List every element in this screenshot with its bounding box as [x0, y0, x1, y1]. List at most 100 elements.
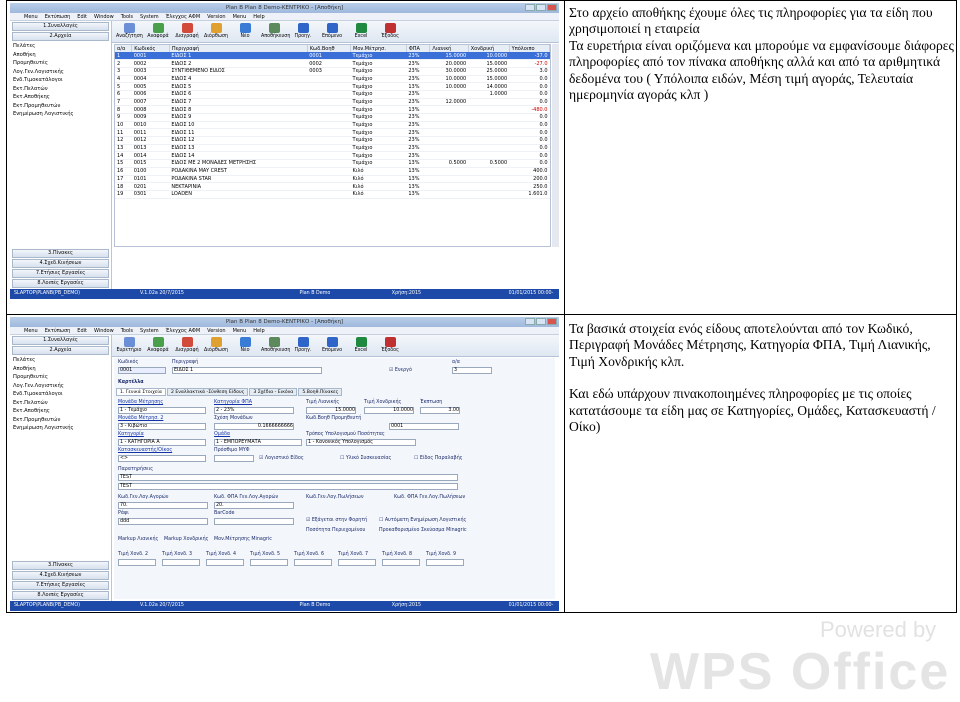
export-checkbox[interactable]: ☑ Εξάγεται στην Φορητή	[306, 518, 367, 523]
sidebar-item[interactable]: Πελάτες	[10, 42, 111, 51]
wholesale-input[interactable]: 10.0000	[364, 407, 414, 414]
table-row[interactable]: 10 0010 ΕΙΔΟΣ 10 Τεμάχιο 23% 0.0	[115, 121, 550, 130]
menu-item[interactable]: Tools	[121, 327, 133, 334]
toolbar-button[interactable]: Διόρθωση	[203, 21, 229, 42]
category-select[interactable]: 1 - ΚΑΤΗΓΟΡΙΑ Α	[118, 439, 206, 446]
table-row[interactable]: 16 0100 ΡΟΔΑΚΙΝΑ MAY CREST Κιλό 13% 400.0	[115, 167, 550, 176]
menu-item[interactable]: Version	[207, 13, 225, 20]
table-row[interactable]: 6 0006 ΕΙΔΟΣ 6 Τεμάχιο 23% 1.0000 0.0	[115, 90, 550, 99]
sidebar-button-transactions[interactable]: 1.Συναλλαγές	[12, 22, 109, 31]
shelf-input[interactable]: ddd	[118, 518, 208, 525]
accounting-item-checkbox[interactable]: ☑ Λογιστικό Είδος	[259, 456, 304, 461]
toolbar-button[interactable]: Αναζήτηση	[116, 21, 143, 42]
price-input[interactable]	[250, 559, 288, 566]
minimize-icon[interactable]	[525, 4, 535, 11]
vertical-scrollbar[interactable]	[552, 44, 559, 247]
sidebar-item[interactable]: Προμηθευτές	[10, 59, 111, 68]
menu-item[interactable]: Εκτύπωση	[45, 13, 71, 20]
toolbar-button[interactable]: Excel	[348, 335, 374, 356]
sidebar-button-files[interactable]: 2.Αρχεία	[12, 346, 109, 355]
sidebar-item[interactable]: Εκτ.Πελατών	[10, 399, 111, 408]
sidebar-item[interactable]: Αποθήκη	[10, 51, 111, 60]
sidebar-button[interactable]: 3.Πίνακες	[12, 249, 109, 258]
toolbar-button[interactable]: Έξοδος	[377, 21, 403, 42]
menu-item[interactable]: Menu	[233, 13, 247, 20]
column-header[interactable]: Κωδικός	[131, 45, 170, 52]
acc-buy-input[interactable]: 70.	[118, 502, 208, 509]
packaging-checkbox[interactable]: ☐ Υλικό Συσκευασίας	[340, 456, 391, 461]
toolbar-button[interactable]: Νέο	[232, 21, 258, 42]
table-row[interactable]: 17 0101 ΡΟΔΑΚΙΝΑ STAR Κιλό 13% 200.0	[115, 175, 550, 184]
menu-item[interactable]: System	[140, 327, 159, 334]
relation-input[interactable]: 0.1666666666	[214, 423, 294, 430]
notes-input-2[interactable]: TEST	[118, 483, 458, 490]
menu-item[interactable]: Tools	[121, 13, 133, 20]
myf-input[interactable]	[214, 455, 254, 462]
aa-input[interactable]: 3	[452, 367, 492, 374]
toolbar-button[interactable]: Excel	[348, 21, 374, 42]
toolbar-button[interactable]: Διαγραφή	[174, 21, 200, 42]
auto-acc-checkbox[interactable]: ☐ Αυτόματη Ενημέρωση Λογιστικής	[379, 518, 466, 523]
column-header[interactable]: Υπόλοιπο	[509, 45, 551, 52]
toolbar-button[interactable]: Αποθήκευση	[261, 21, 290, 42]
sidebar-button-files[interactable]: 2.Αρχεία	[12, 32, 109, 41]
menu-item[interactable]: Version	[207, 327, 225, 334]
table-row[interactable]: 19 0301 LOADEN Κιλό 13% 1.601.0	[115, 190, 550, 199]
table-row[interactable]: 15 0015 ΕΙΔΟΣ ΜΕ 2 ΜΟΝΑΔΕΣ ΜΕΤΡΗΣΗΣ Τεμάχιο…	[115, 159, 550, 168]
vat-select[interactable]: 2 - 23%	[214, 407, 294, 414]
form-tab[interactable]: 1. Γενικά Στοιχεία	[116, 388, 166, 396]
toolbar-button[interactable]: Έξοδος	[377, 335, 403, 356]
acc-sell-input[interactable]: 20.	[214, 502, 294, 509]
sidebar-item[interactable]: Ενημέρωση Λογιστικής	[10, 424, 111, 433]
price-input[interactable]	[382, 559, 420, 566]
unit-select[interactable]: 1 - Τεμάχιο	[118, 407, 206, 414]
group-select[interactable]: 1 - ΕΜΠΟΡΕΥΜΑΤΑ	[214, 439, 302, 446]
sidebar-button[interactable]: 4.Σχεδ.Κινήσεων	[12, 259, 109, 268]
column-header[interactable]: α/α	[115, 45, 133, 52]
toolbar-button[interactable]: Διόρθωση	[203, 335, 229, 356]
table-row[interactable]: 18 0201 ΝΕΚΤΑΡΙΝΙΑ Κιλό 13% 250.0	[115, 182, 550, 191]
sidebar-item[interactable]: Ενημέρωση Λογιστικής	[10, 110, 111, 119]
sidebar-button[interactable]: 4.Σχεδ.Κινήσεων	[12, 571, 109, 580]
form-tab[interactable]: 2 Εναλλακτικά -Σύνθεση Είδους	[166, 388, 249, 396]
sidebar-button[interactable]: 8.Λοιπές Εργασίες	[12, 279, 109, 288]
toolbar-button[interactable]: Επόμενο	[319, 21, 345, 42]
price-input[interactable]	[426, 559, 464, 566]
menu-item[interactable]: Menu	[24, 13, 38, 20]
toolbar-button[interactable]: Διαγραφή	[174, 335, 200, 356]
menu-item[interactable]: Help	[253, 327, 264, 334]
unit2-select[interactable]: 3 - Κιβώτιο	[118, 423, 206, 430]
sidebar-item[interactable]: Εκτ.Αποθήκης	[10, 93, 111, 102]
calc-method-select[interactable]: 1 - Κανονικός Υπολογισμός	[306, 439, 416, 446]
table-row[interactable]: 14 0014 ΕΙΔΟΣ 14 Τεμάχιο 23% 0.0	[115, 151, 550, 161]
table-row[interactable]: 7 0007 ΕΙΔΟΣ 7 Τεμάχιο 23% 12.0000 0.0	[115, 98, 550, 107]
menu-item[interactable]: System	[140, 13, 159, 20]
description-input[interactable]: ΕΙΔΟΣ 1	[172, 367, 322, 374]
receipt-item-checkbox[interactable]: ☐ Είδος Παραλαβής	[414, 456, 463, 461]
form-tab[interactable]: 5.Βοηθ.Πίνακες	[298, 388, 343, 396]
notes-input-1[interactable]: TEST	[118, 474, 458, 481]
menu-item[interactable]: Edit	[77, 327, 87, 334]
table-row[interactable]: 8 0008 ΕΙΔΟΣ 8 Τεμάχιο 13% -480.0	[115, 105, 550, 114]
table-row[interactable]: 2 0002 ΕΙΔΟΣ 2 0002 Τεμάχιο 23% 20.0000 15.0000…	[115, 59, 550, 68]
price-input[interactable]	[162, 559, 200, 566]
barcode-input[interactable]	[214, 518, 294, 525]
toolbar-button[interactable]: Νέο	[232, 335, 258, 356]
table-row[interactable]: 12 0012 ΕΙΔΟΣ 12 Τεμάχιο 23% 0.0	[115, 136, 550, 145]
table-row[interactable]: 3 0003 ΣΥΝΤΙΘΕΜΕΝΟ ΕΙΔΟΣ 0003 Τεμάχιο 23% 30.0…	[115, 67, 550, 76]
sidebar-item[interactable]: Εκτ.Προμηθευτών	[10, 102, 111, 111]
active-checkbox[interactable]: ☑ Ενεργό	[389, 368, 412, 373]
column-header[interactable]: Χονδρική	[468, 45, 510, 52]
table-row[interactable]: 4 0004 ΕΙΔΟΣ 4 Τεμάχιο 23% 10.0000 15.0000 0.0	[115, 75, 550, 84]
sidebar-item[interactable]: Ενδ.Τιμοκατάλογοι	[10, 76, 111, 85]
sidebar-item[interactable]: Λογ.Γεν.Λογιστικής	[10, 382, 111, 391]
sidebar-item[interactable]: Εκτ.Πελατών	[10, 85, 111, 94]
table-row[interactable]: 5 0005 ΕΙΔΟΣ 5 Τεμάχιο 13% 10.0000 14.0000 0.0	[115, 82, 550, 91]
sidebar-item[interactable]: Εκτ.Αποθήκης	[10, 407, 111, 416]
menu-item[interactable]: Menu	[24, 327, 38, 334]
menu-item[interactable]: Window	[94, 327, 114, 334]
table-row[interactable]: 11 0011 ΕΙΔΟΣ 11 Τεμάχιο 23% 0.0	[115, 128, 550, 138]
sidebar-button-transactions[interactable]: 1.Συναλλαγές	[12, 336, 109, 345]
sidebar-item[interactable]: Αποθήκη	[10, 365, 111, 374]
sidebar-item[interactable]: Ενδ.Τιμοκατάλογοι	[10, 390, 111, 399]
